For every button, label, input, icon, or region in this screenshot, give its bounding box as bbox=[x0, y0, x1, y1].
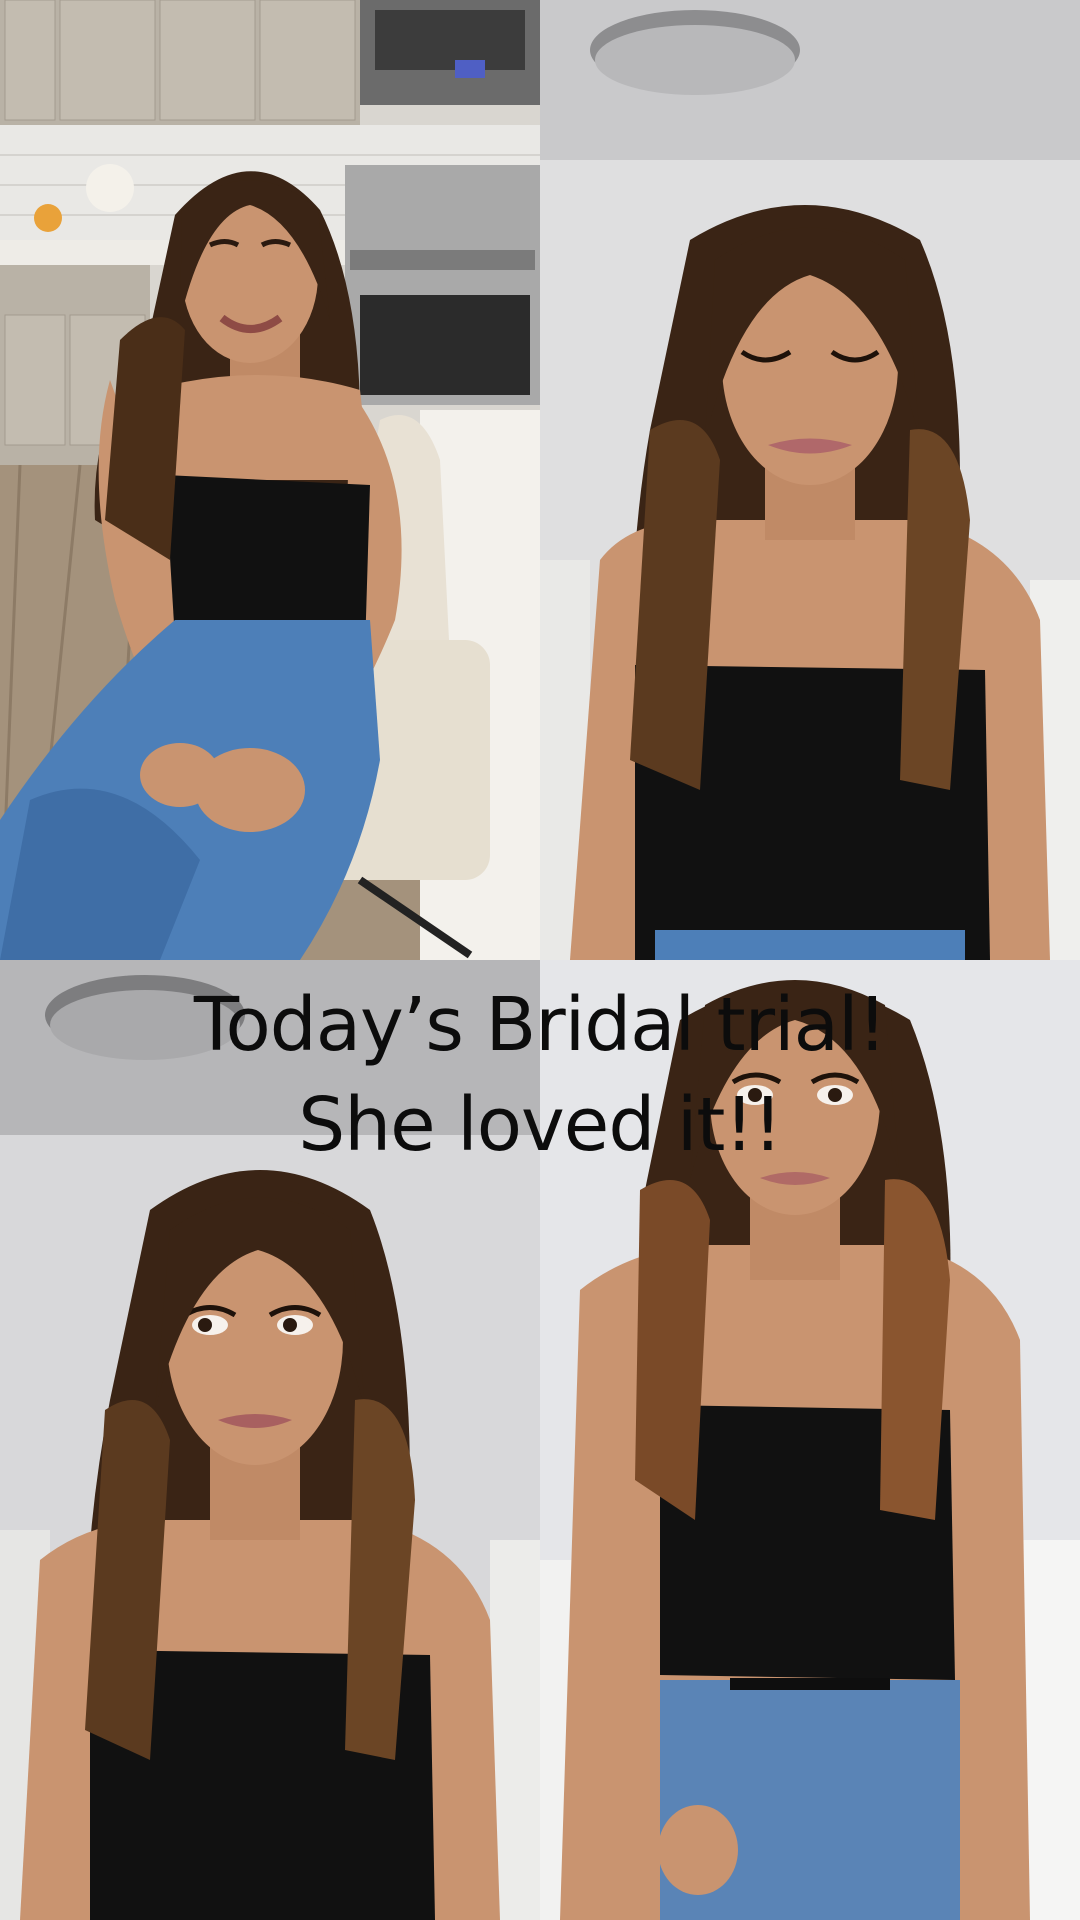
caption-line-2: She loved it!! bbox=[298, 1082, 782, 1168]
caption-line-1: Today’s Bridal trial! bbox=[193, 982, 887, 1068]
caption-overlay: Today’s Bridal trial! She loved it!! bbox=[0, 975, 1080, 1175]
after-photo-eyes-closed bbox=[540, 0, 1080, 960]
photo-collage bbox=[0, 0, 1080, 1920]
before-photo bbox=[0, 0, 540, 960]
video-frame: Today’s Bridal trial! She loved it!! bbox=[0, 0, 1080, 1920]
